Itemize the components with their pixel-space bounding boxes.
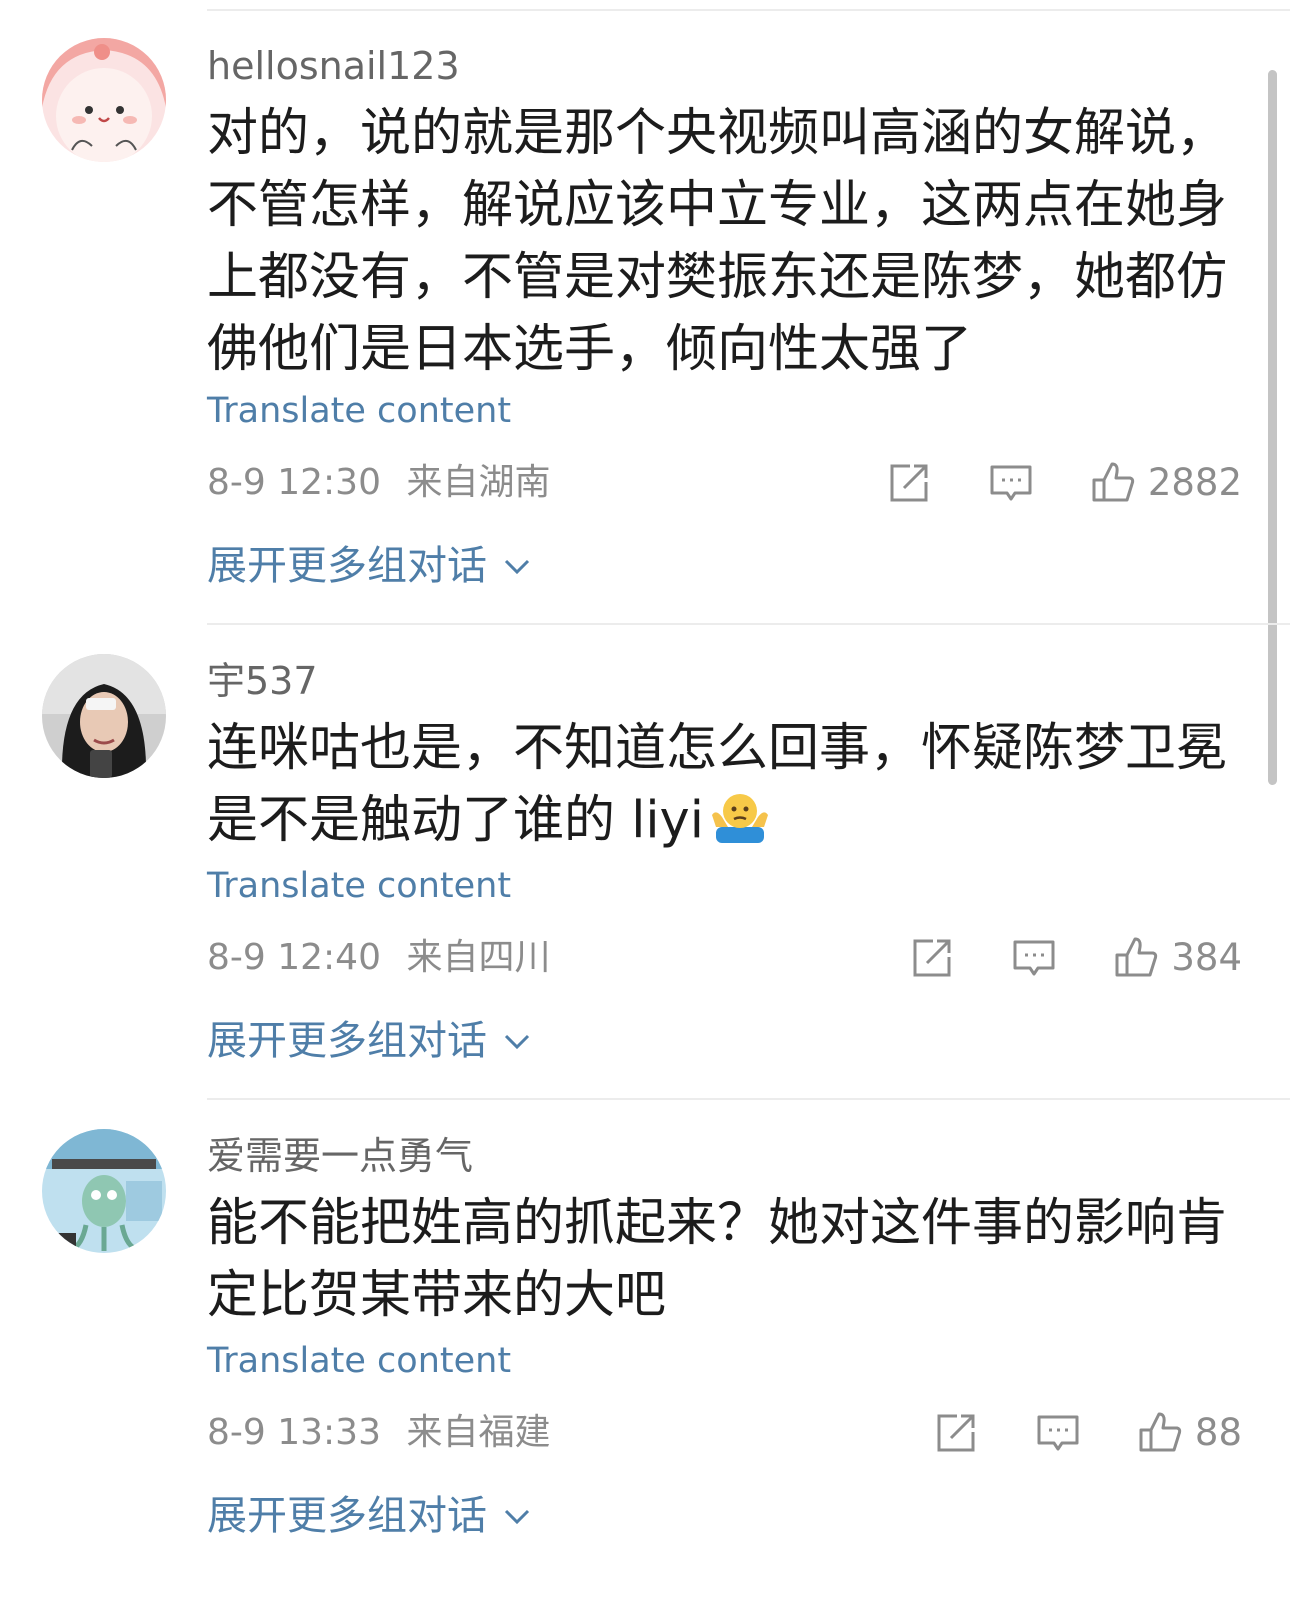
cartoon-blob-avatar-icon	[42, 38, 166, 162]
share-icon[interactable]	[933, 1410, 979, 1456]
timestamp-location: 8-9 12:40 来自四川	[207, 933, 550, 983]
expand-label: 展开更多组对话	[207, 543, 487, 589]
like-icon[interactable]	[1113, 935, 1159, 981]
username[interactable]: 宇537	[207, 657, 318, 705]
username[interactable]: 爱需要一点勇气	[207, 1132, 473, 1180]
shrug-emoji-icon	[710, 791, 770, 863]
location: 来自湖南	[406, 462, 551, 503]
username[interactable]: hellosnail123	[207, 42, 460, 90]
expand-label: 展开更多组对话	[207, 1018, 487, 1064]
top-divider	[207, 9, 1290, 11]
translate-link[interactable]: Translate content	[207, 864, 511, 908]
comment-meta: 8-9 12:40 来自四川 384	[207, 933, 1242, 983]
timestamp-location: 8-9 13:33 来自福建	[207, 1408, 550, 1458]
comment-meta: 8-9 12:30 来自湖南 2882	[207, 458, 1242, 508]
like-count: 384	[1171, 936, 1242, 979]
avatar[interactable]	[42, 654, 166, 778]
like-count: 2882	[1147, 461, 1242, 504]
expand-conversation[interactable]: 展开更多组对话	[207, 1491, 533, 1541]
timestamp: 8-9 12:30	[207, 462, 381, 503]
avatar[interactable]	[42, 38, 166, 162]
translate-link[interactable]: Translate content	[207, 389, 511, 433]
expand-conversation[interactable]: 展开更多组对话	[207, 541, 533, 591]
like-icon[interactable]	[1137, 1410, 1183, 1456]
like-count: 88	[1194, 1411, 1242, 1454]
translate-link[interactable]: Translate content	[207, 1339, 511, 1383]
comment-text: 连咪咕也是，不知道怎么回事，怀疑陈梦卫冕是不是触动了谁的 liyi	[207, 713, 1247, 863]
chevron-down-icon	[501, 1025, 533, 1057]
comment-text: 能不能把姓高的抓起来？她对这件事的影响肯定比贺某带来的大吧	[207, 1194, 1228, 1325]
comment-icon[interactable]	[1011, 935, 1057, 981]
comment-text: 对的，说的就是那个央视频叫高涵的女解说，不管怎样，解说应该中立专业，这两点在她身…	[207, 104, 1228, 379]
action-bar: 384	[909, 933, 1242, 983]
cartoon-squid-avatar-icon	[42, 1129, 166, 1253]
user-photo-avatar-icon	[42, 654, 166, 778]
scrollbar[interactable]	[1268, 70, 1277, 785]
chevron-down-icon	[501, 550, 533, 582]
share-icon[interactable]	[886, 460, 932, 506]
comment-divider	[207, 623, 1290, 625]
location: 来自福建	[406, 1412, 551, 1453]
comment-icon[interactable]	[988, 460, 1034, 506]
avatar[interactable]	[42, 1129, 166, 1253]
comment-divider	[207, 1098, 1290, 1100]
action-bar: 2882	[886, 458, 1242, 508]
timestamp-location: 8-9 12:30 来自湖南	[207, 458, 550, 508]
timestamp: 8-9 13:33	[207, 1412, 381, 1453]
action-bar: 88	[933, 1408, 1242, 1458]
expand-label: 展开更多组对话	[207, 1493, 487, 1539]
comment-icon[interactable]	[1035, 1410, 1081, 1456]
location: 来自四川	[406, 937, 551, 978]
chevron-down-icon	[501, 1500, 533, 1532]
comment-meta: 8-9 13:33 来自福建 88	[207, 1408, 1242, 1458]
like-icon[interactable]	[1090, 460, 1136, 506]
share-icon[interactable]	[909, 935, 955, 981]
timestamp: 8-9 12:40	[207, 937, 381, 978]
expand-conversation[interactable]: 展开更多组对话	[207, 1016, 533, 1066]
